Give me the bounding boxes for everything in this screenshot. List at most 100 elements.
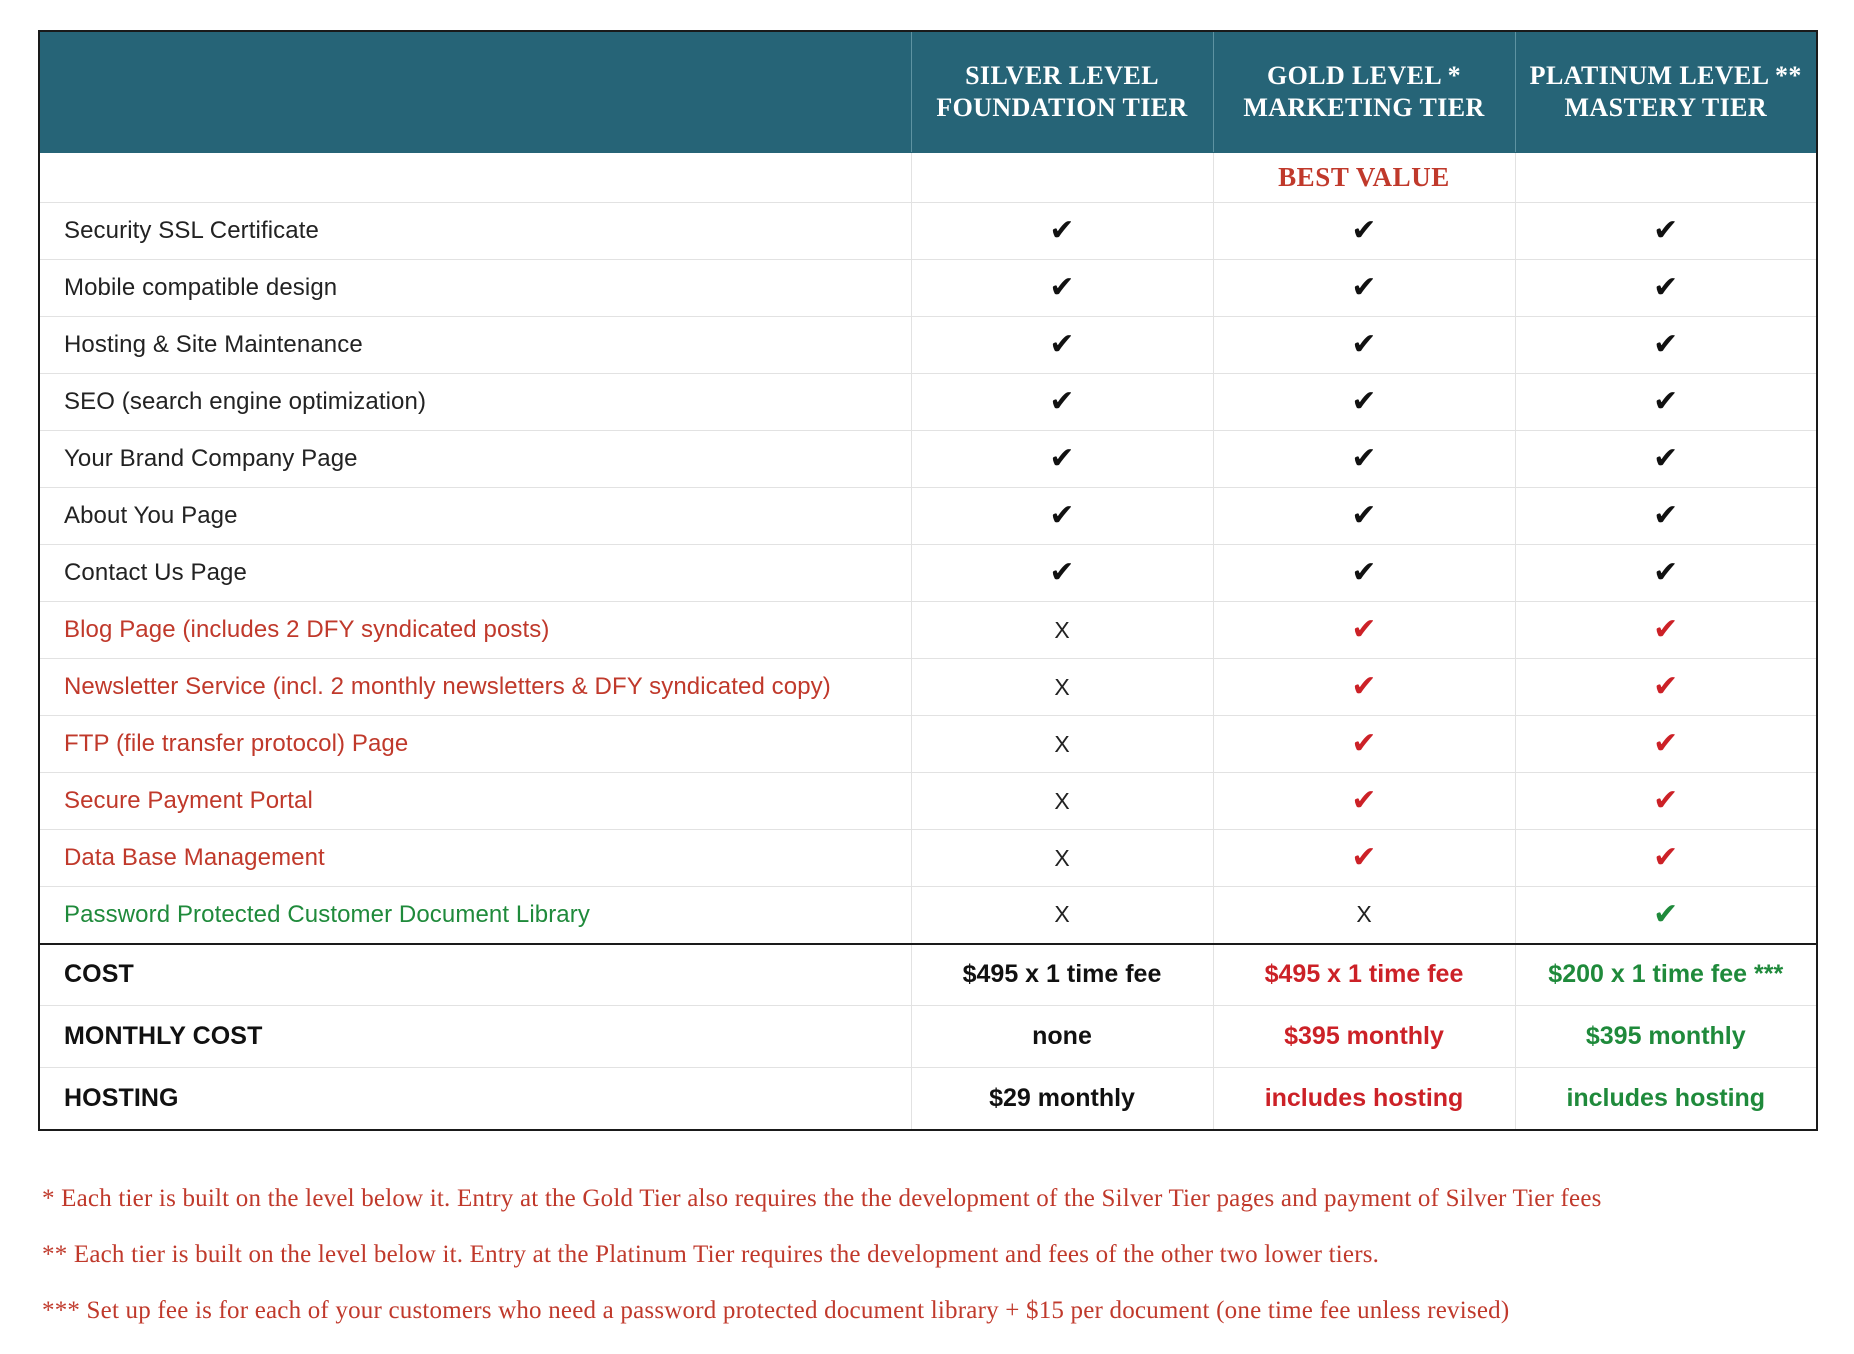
header-platinum-line1: PLATINUM LEVEL ** — [1529, 61, 1802, 91]
footnotes: * Each tier is built on the level below … — [38, 1185, 1816, 1325]
header-cell-feature — [39, 31, 912, 153]
table-row: About You Page ✔ ✔ ✔ — [39, 487, 1817, 545]
table-row: SEO (search engine optimization) ✔ ✔ ✔ — [39, 373, 1817, 431]
table-row: Your Brand Company Page ✔ ✔ ✔ — [39, 430, 1817, 488]
cell-silver-check-icon: ✔ — [911, 373, 1214, 431]
feature-label: Security SSL Certificate — [39, 202, 912, 260]
cell-platinum-check-icon: ✔ — [1515, 829, 1817, 887]
cell-gold-check-icon: ✔ — [1213, 601, 1516, 659]
feature-label: Mobile compatible design — [39, 259, 912, 317]
table-row: Hosting & Site Maintenance ✔ ✔ ✔ — [39, 316, 1817, 374]
table-row: Data Base Management X ✔ ✔ — [39, 829, 1817, 887]
cost-row: COST $495 x 1 time fee $495 x 1 time fee $2… — [39, 942, 1817, 1006]
cell-platinum-check-icon: ✔ — [1515, 430, 1817, 488]
cost-row-label: HOSTING — [39, 1067, 912, 1130]
pricing-comparison-table: SILVER LEVEL FOUNDATION TIER GOLD LEVEL … — [38, 30, 1818, 1131]
footnote-3: *** Set up fee is for each of your custo… — [42, 1296, 1510, 1324]
best-value-tagline: BEST VALUE — [1213, 152, 1516, 203]
cell-gold-check-icon: ✔ — [1213, 772, 1516, 830]
cell-silver-cross-icon: X — [911, 601, 1214, 659]
price-gold: $495 x 1 time fee — [1213, 942, 1516, 1006]
header-silver-line2: FOUNDATION TIER — [936, 93, 1188, 122]
header-cell-platinum: PLATINUM LEVEL ** MASTERY TIER — [1515, 31, 1817, 153]
feature-label: Your Brand Company Page — [39, 430, 912, 488]
cell-platinum-check-icon: ✔ — [1515, 487, 1817, 545]
header-gold-line1: GOLD LEVEL * — [1266, 61, 1462, 91]
cell-gold-cross-icon: X — [1213, 886, 1516, 944]
table-header: SILVER LEVEL FOUNDATION TIER GOLD LEVEL … — [39, 31, 1817, 153]
header-cell-silver: SILVER LEVEL FOUNDATION TIER — [911, 31, 1214, 153]
feature-label: About You Page — [39, 487, 912, 545]
table-body: BEST VALUE Security SSL Certificate ✔ ✔ ✔ Mob… — [39, 152, 1817, 1130]
cell-gold-check-icon: ✔ — [1213, 430, 1516, 488]
cost-row-label: COST — [39, 942, 912, 1006]
header-cell-gold: GOLD LEVEL * MARKETING TIER — [1213, 31, 1516, 153]
cell-silver-cross-icon: X — [911, 772, 1214, 830]
cell-platinum-check-icon: ✔ — [1515, 715, 1817, 773]
cell-silver-check-icon: ✔ — [911, 316, 1214, 374]
feature-label: SEO (search engine optimization) — [39, 373, 912, 431]
table-row: Mobile compatible design ✔ ✔ ✔ — [39, 259, 1817, 317]
feature-label: Hosting & Site Maintenance — [39, 316, 912, 374]
cell-gold-check-icon: ✔ — [1213, 202, 1516, 260]
table-row: Contact Us Page ✔ ✔ ✔ — [39, 544, 1817, 602]
cell-gold-check-icon: ✔ — [1213, 829, 1516, 887]
cell-platinum-check-icon: ✔ — [1515, 259, 1817, 317]
cell-gold-check-icon: ✔ — [1213, 259, 1516, 317]
price-silver: $495 x 1 time fee — [911, 942, 1214, 1006]
cell-silver-cross-icon: X — [911, 886, 1214, 944]
price-gold: $395 monthly — [1213, 1005, 1516, 1068]
cell-gold-check-icon: ✔ — [1213, 715, 1516, 773]
cost-row: HOSTING $29 monthly includes hosting includ… — [39, 1067, 1817, 1130]
cell-silver-cross-icon: X — [911, 829, 1214, 887]
tagline-spacer-platinum — [1515, 153, 1817, 203]
price-silver: $29 monthly — [911, 1067, 1214, 1130]
feature-label: Newsletter Service (incl. 2 monthly news… — [39, 658, 912, 716]
table-row: Secure Payment Portal X ✔ ✔ — [39, 772, 1817, 830]
price-silver: none — [911, 1005, 1214, 1068]
cell-platinum-check-icon: ✔ — [1515, 772, 1817, 830]
cell-gold-check-icon: ✔ — [1213, 544, 1516, 602]
cell-gold-check-icon: ✔ — [1213, 316, 1516, 374]
feature-label: Password Protected Customer Document Lib… — [39, 886, 912, 944]
cell-silver-check-icon: ✔ — [911, 544, 1214, 602]
feature-label: Secure Payment Portal — [39, 772, 912, 830]
header-platinum-line2: MASTERY TIER — [1564, 93, 1768, 122]
table-row: Password Protected Customer Document Lib… — [39, 886, 1817, 944]
tagline-spacer-feature — [39, 152, 912, 203]
footnote-2: ** Each tier is built on the level below… — [42, 1240, 1380, 1268]
cell-gold-check-icon: ✔ — [1213, 373, 1516, 431]
tagline-row: BEST VALUE — [39, 152, 1817, 203]
cell-gold-check-icon: ✔ — [1213, 658, 1516, 716]
cell-gold-check-icon: ✔ — [1213, 487, 1516, 545]
cell-silver-cross-icon: X — [911, 715, 1214, 773]
price-platinum: $395 monthly — [1515, 1005, 1817, 1068]
cost-row-label: MONTHLY COST — [39, 1005, 912, 1068]
header-gold-line2: MARKETING TIER — [1243, 93, 1485, 122]
price-platinum: includes hosting — [1515, 1067, 1817, 1130]
cell-silver-check-icon: ✔ — [911, 259, 1214, 317]
cell-platinum-check-icon: ✔ — [1515, 202, 1817, 260]
tagline-spacer-silver — [911, 152, 1214, 203]
cell-silver-check-icon: ✔ — [911, 487, 1214, 545]
cell-platinum-check-icon: ✔ — [1515, 886, 1817, 944]
cell-platinum-check-icon: ✔ — [1515, 316, 1817, 374]
header-row: SILVER LEVEL FOUNDATION TIER GOLD LEVEL … — [39, 31, 1817, 153]
table-row: Newsletter Service (incl. 2 monthly news… — [39, 658, 1817, 716]
feature-label: Data Base Management — [39, 829, 912, 887]
cell-platinum-check-icon: ✔ — [1515, 658, 1817, 716]
cell-silver-cross-icon: X — [911, 658, 1214, 716]
feature-label: Blog Page (includes 2 DFY syndicated pos… — [39, 601, 912, 659]
price-gold: includes hosting — [1213, 1067, 1516, 1130]
cell-platinum-check-icon: ✔ — [1515, 601, 1817, 659]
cost-row: MONTHLY COST none $395 monthly $395 monthly — [39, 1005, 1817, 1068]
cell-silver-check-icon: ✔ — [911, 202, 1214, 260]
feature-label: Contact Us Page — [39, 544, 912, 602]
price-platinum: $200 x 1 time fee *** — [1515, 942, 1817, 1006]
header-silver-line1: SILVER LEVEL — [965, 61, 1159, 91]
cell-silver-check-icon: ✔ — [911, 430, 1214, 488]
feature-label: FTP (file transfer protocol) Page — [39, 715, 912, 773]
cell-platinum-check-icon: ✔ — [1515, 544, 1817, 602]
footnote-1: * Each tier is built on the level below … — [42, 1184, 1602, 1212]
table-row: FTP (file transfer protocol) Page X ✔ ✔ — [39, 715, 1817, 773]
